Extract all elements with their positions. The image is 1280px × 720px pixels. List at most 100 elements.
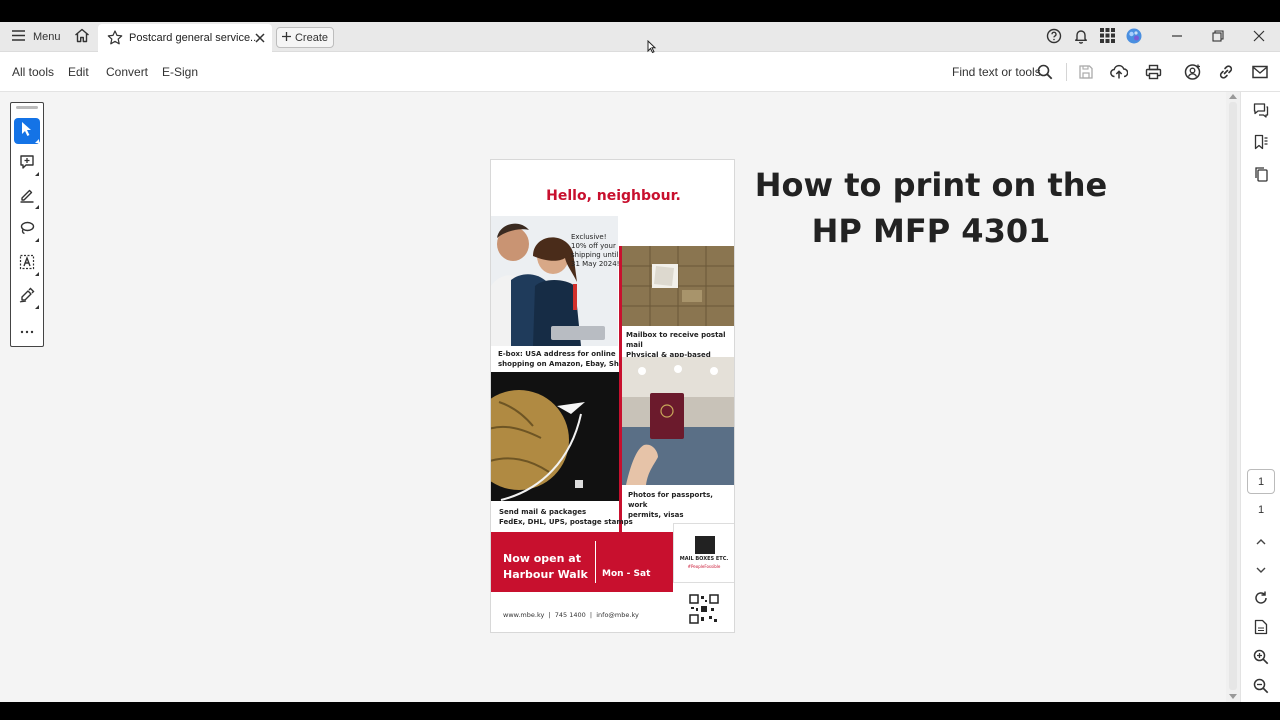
offer-line-1: Exclusive! (571, 233, 607, 241)
pages-panel-button[interactable] (1251, 166, 1271, 186)
home-button[interactable] (74, 22, 90, 52)
more-ellipsis-icon (20, 321, 34, 339)
share-user-icon[interactable] (1183, 62, 1203, 82)
bookmarks-panel-button[interactable] (1251, 134, 1271, 154)
document-tab[interactable]: Postcard general service... (98, 24, 272, 52)
edit-button[interactable]: Edit (68, 52, 89, 92)
passport-line-1: Photos for passports, work (628, 491, 713, 509)
close-tab-icon[interactable] (254, 31, 266, 49)
comments-icon (1253, 102, 1269, 123)
title-tab-bar: Menu Postcard general service... Create (0, 22, 1280, 52)
highlight-tool-button[interactable] (14, 184, 40, 210)
offer-line-4: 31 May 2024! (571, 260, 620, 268)
vertical-scrollbar[interactable] (1226, 92, 1240, 702)
panel-drag-handle[interactable] (16, 106, 38, 109)
search-icon[interactable] (1035, 62, 1055, 82)
close-icon (1253, 30, 1265, 45)
sign-tool-button[interactable] (14, 284, 40, 310)
bookmark-icon (1253, 134, 1269, 155)
home-icon (74, 28, 90, 46)
chevron-up-icon (1255, 533, 1267, 551)
email-icon[interactable] (1250, 62, 1270, 82)
offer-line-2: 10% off your (571, 242, 616, 250)
right-rail: 1 1 (1240, 92, 1280, 702)
passport-photo (622, 357, 734, 485)
print-icon[interactable] (1143, 62, 1163, 82)
video-overlay-heading: How to print on the HP MFP 4301 (748, 162, 1114, 254)
link-icon[interactable] (1216, 62, 1236, 82)
find-label: Find text or tools (952, 65, 1041, 79)
banner-hours: Mon - Sat (602, 569, 651, 579)
rotate-button[interactable] (1251, 590, 1271, 610)
send-line-1: Send mail & packages (499, 508, 587, 516)
opening-banner: Now open at Harbour Walk Mon - Sat (491, 532, 673, 592)
find-text-or-tools[interactable]: Find text or tools (952, 52, 1041, 92)
offer-line-3: shipping until (571, 251, 619, 259)
passport-line-2: permits, visas (628, 511, 684, 519)
minimize-icon (1171, 30, 1183, 45)
profile-button[interactable] (1126, 22, 1142, 52)
fill-sign-pen-icon (19, 287, 35, 308)
scroll-thumb[interactable] (1229, 102, 1237, 690)
upload-cloud-icon[interactable] (1109, 62, 1129, 82)
avatar (1126, 28, 1142, 47)
close-window-button[interactable] (1253, 22, 1265, 52)
exclusive-offer-text: Exclusive! 10% off your shipping until 3… (571, 233, 619, 269)
lasso-icon (19, 220, 35, 241)
next-page-button[interactable] (1251, 560, 1271, 580)
draw-tool-button[interactable] (14, 217, 40, 243)
select-tool-button[interactable] (14, 118, 40, 144)
send-caption: Send mail & packages FedEx, DHL, UPS, po… (499, 507, 633, 527)
zoom-out-button[interactable] (1251, 678, 1271, 698)
comments-panel-button[interactable] (1251, 102, 1271, 122)
chevron-down-icon (1255, 561, 1267, 579)
minimize-button[interactable] (1171, 22, 1183, 52)
help-icon (1046, 28, 1062, 47)
banner-left-text: Now open at Harbour Walk (503, 551, 588, 583)
main-toolbar: All tools Edit Convert E-Sign Find text … (0, 52, 1280, 92)
more-tools-button[interactable] (14, 317, 40, 343)
menu-label: Menu (33, 31, 61, 43)
esign-button[interactable]: E-Sign (162, 52, 198, 92)
save-icon[interactable] (1076, 62, 1096, 82)
apps-button[interactable] (1100, 22, 1115, 52)
mouse-pointer-icon (647, 39, 657, 59)
scroll-down-arrow-icon[interactable] (1229, 694, 1237, 699)
mbe-logo-box: MAIL BOXES ETC. #PeopleFossible (673, 523, 734, 583)
menu-button[interactable]: Menu (12, 22, 61, 52)
postcard-greeting: Hello, neighbour. (546, 188, 681, 204)
copy-pages-icon (1253, 166, 1269, 187)
banner-line-1: Now open at (503, 552, 581, 565)
pdf-page[interactable]: Hello, neighbour. Exclusive! 10% off you… (490, 159, 735, 633)
quick-tools-panel (10, 102, 44, 347)
help-button[interactable] (1046, 22, 1062, 52)
restore-button[interactable] (1212, 22, 1224, 52)
zoom-in-button[interactable] (1251, 649, 1271, 669)
text-box-icon (19, 254, 35, 275)
document-page-icon (1254, 619, 1268, 640)
convert-button[interactable]: Convert (106, 52, 148, 92)
page-display-button[interactable] (1251, 619, 1271, 639)
rotate-icon (1253, 590, 1269, 611)
create-button[interactable]: Create (276, 27, 334, 48)
mbe-logo-icon (695, 536, 715, 554)
add-comment-tool-button[interactable] (14, 151, 40, 177)
previous-page-button[interactable] (1251, 532, 1271, 552)
plus-icon (281, 31, 291, 44)
mbe-logo-text: MAIL BOXES ETC. (679, 556, 729, 562)
mailbox-photo (622, 246, 734, 326)
scroll-up-arrow-icon[interactable] (1229, 94, 1237, 99)
current-page-input[interactable]: 1 (1247, 469, 1275, 494)
send-line-2: FedEx, DHL, UPS, postage stamps (499, 518, 633, 526)
zoom-out-icon (1253, 678, 1269, 699)
star-icon[interactable] (107, 30, 123, 50)
toolbar-divider (1066, 63, 1067, 81)
bell-icon (1073, 28, 1089, 47)
all-tools-button[interactable]: All tools (12, 52, 54, 92)
tab-title: Postcard general service... (129, 32, 260, 44)
cursor-arrow-icon (20, 121, 34, 142)
text-box-tool-button[interactable] (14, 251, 40, 277)
zoom-in-icon (1253, 649, 1269, 670)
notifications-button[interactable] (1073, 22, 1089, 52)
banner-divider (595, 541, 596, 583)
